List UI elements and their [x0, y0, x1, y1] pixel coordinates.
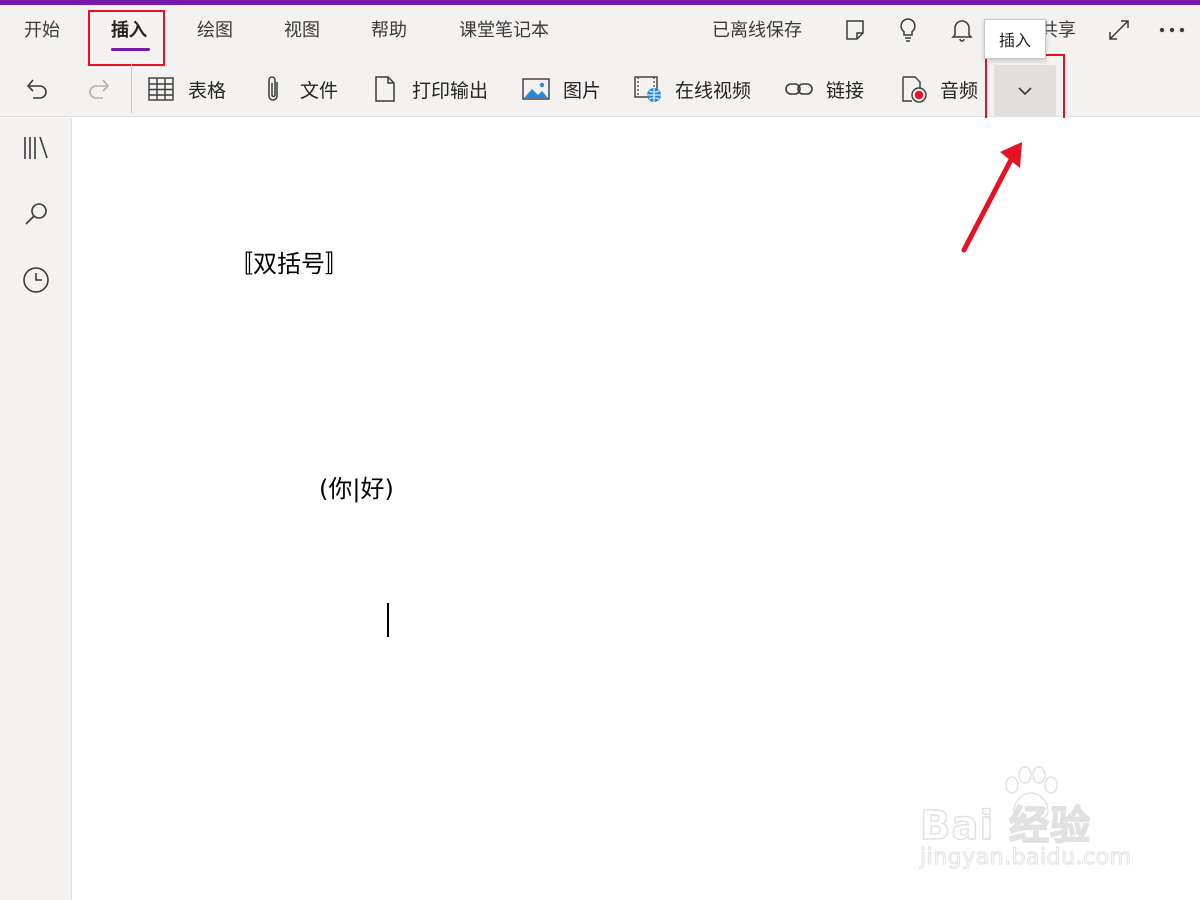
insert-printout-button[interactable]: 打印输出 — [370, 67, 488, 111]
insert-online-video-button[interactable]: 在线视频 — [633, 67, 751, 111]
document-icon — [370, 74, 400, 104]
insert-tab-highlight-box — [88, 10, 165, 66]
table-icon — [146, 74, 176, 104]
paperclip-icon — [258, 74, 288, 104]
note-text-double-brackets[interactable]: 〚双括号〛 — [229, 244, 349, 279]
expand-button-highlight-box — [985, 54, 1065, 120]
notifications-bell-icon[interactable] — [947, 15, 977, 45]
ribbon: 开始 插入 绘图 视图 帮助 课堂笔记本 已离线保存 共享 插入 表格 文件 打… — [0, 5, 1200, 120]
more-options-icon[interactable] — [1157, 15, 1187, 45]
insert-file-label: 文件 — [300, 79, 339, 102]
insert-online-video-label: 在线视频 — [675, 79, 752, 102]
sticky-notes-icon[interactable] — [840, 15, 870, 45]
saved-offline-status: 已离线保存 — [712, 20, 802, 41]
undo-button[interactable] — [22, 67, 52, 111]
tab-home[interactable]: 开始 — [24, 17, 60, 45]
insert-file-button[interactable]: 文件 — [258, 67, 338, 111]
undo-icon — [22, 74, 52, 104]
audio-icon — [898, 74, 928, 104]
insert-picture-button[interactable]: 图片 — [521, 67, 601, 111]
picture-icon — [521, 74, 551, 104]
link-icon — [784, 74, 814, 104]
redo-icon — [84, 74, 114, 104]
insert-tooltip: 插入 — [984, 19, 1046, 59]
insert-printout-label: 打印输出 — [412, 79, 489, 102]
lightbulb-icon[interactable] — [893, 15, 923, 45]
fullscreen-expand-icon[interactable] — [1104, 15, 1134, 45]
redo-button[interactable] — [84, 67, 114, 111]
notebooks-icon[interactable] — [20, 132, 52, 164]
insert-table-button[interactable]: 表格 — [146, 67, 226, 111]
insert-audio-button[interactable]: 音频 — [898, 67, 978, 111]
watermark-brand: Bai 经验 — [919, 802, 1092, 850]
tab-draw[interactable]: 绘图 — [197, 17, 233, 45]
baidu-jingyan-watermark: Bai 经验 jingyan.baidu.com — [919, 765, 1150, 875]
red-annotation-arrow — [961, 142, 1022, 253]
insert-link-label: 链接 — [826, 79, 865, 102]
tab-class-notebook[interactable]: 课堂笔记本 — [459, 17, 549, 45]
tab-help[interactable]: 帮助 — [371, 17, 407, 45]
watermark-url: jingyan.baidu.com — [920, 845, 1132, 871]
insert-link-button[interactable]: 链接 — [784, 67, 864, 111]
tab-view[interactable]: 视图 — [284, 17, 320, 45]
insert-table-label: 表格 — [188, 79, 227, 102]
search-icon[interactable] — [20, 198, 52, 230]
online-video-icon — [633, 74, 663, 104]
note-text-parentheses[interactable]: (你|好) — [319, 469, 394, 504]
recent-clock-icon[interactable] — [20, 264, 52, 296]
toolbar-separator — [131, 63, 132, 113]
insert-picture-label: 图片 — [563, 79, 602, 102]
insert-audio-label: 音频 — [940, 79, 979, 102]
sidebar — [0, 118, 72, 900]
text-cursor — [387, 603, 389, 637]
